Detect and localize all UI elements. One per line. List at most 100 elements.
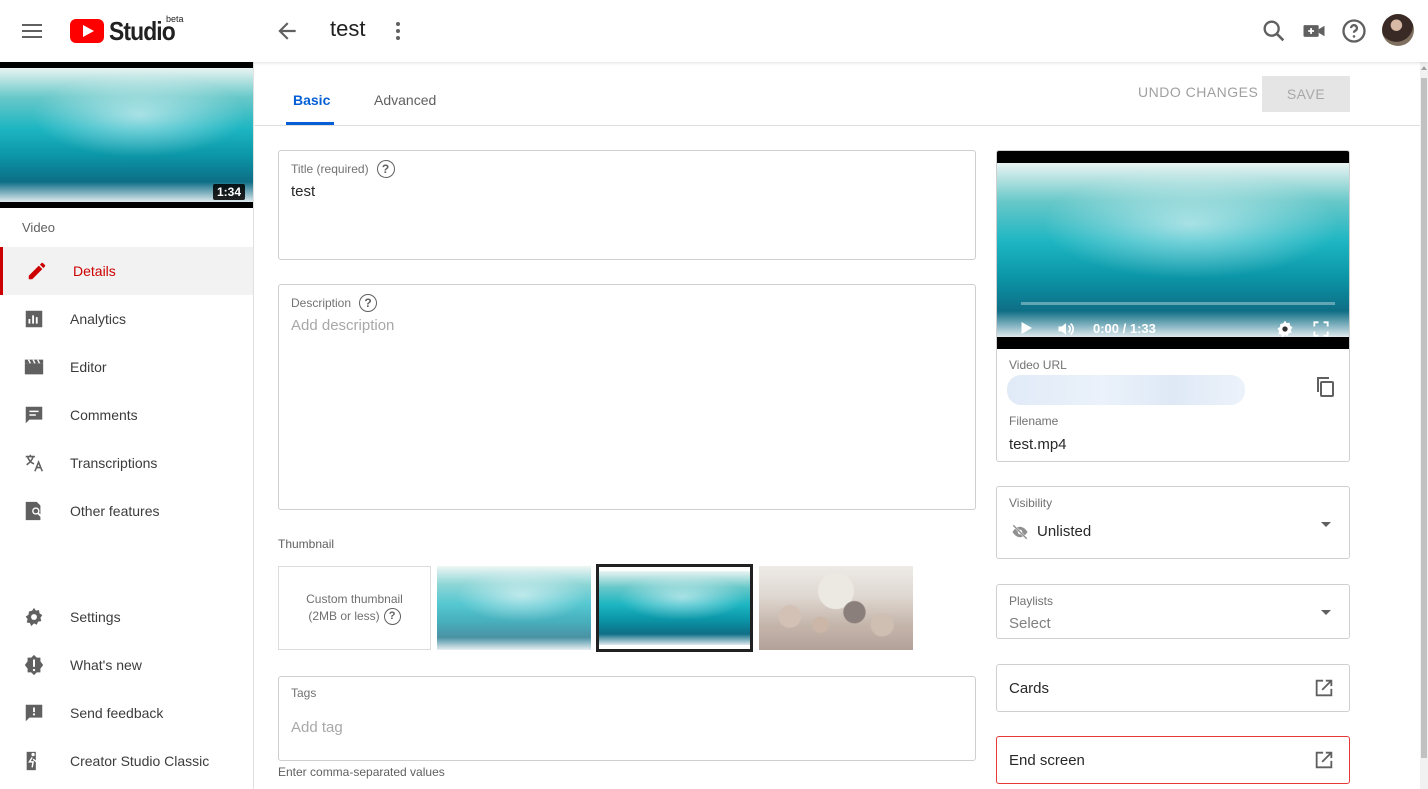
video-url-label: Video URL — [1009, 358, 1067, 372]
scrollbar[interactable] — [1420, 62, 1428, 789]
exit-icon — [22, 749, 46, 773]
wave-image — [997, 163, 1349, 337]
create-video-icon[interactable] — [1300, 17, 1328, 45]
play-icon[interactable] — [1017, 319, 1035, 342]
wave-image — [599, 571, 750, 645]
help-icon[interactable]: ? — [376, 160, 395, 178]
scroll-up-icon[interactable] — [1421, 66, 1427, 70]
comment-icon — [22, 403, 46, 427]
clapperboard-icon — [22, 355, 46, 379]
more-vert-icon[interactable] — [386, 18, 410, 44]
settings-icon[interactable] — [1275, 319, 1295, 344]
thumbnail-option-3[interactable] — [759, 566, 913, 650]
sidebar-item-label: Details — [73, 263, 116, 279]
copy-icon[interactable] — [1313, 374, 1337, 400]
sidebar-item-transcriptions[interactable]: Transcriptions — [0, 439, 253, 487]
visibility-value: Unlisted — [1037, 523, 1092, 540]
back-arrow-icon[interactable] — [274, 18, 300, 44]
scrollbar-thumb[interactable] — [1421, 78, 1427, 758]
bar-chart-icon — [22, 307, 46, 331]
playlists-value: Select — [1009, 615, 1051, 632]
thumbnail-option-2[interactable] — [596, 564, 753, 652]
filename-label: Filename — [1009, 414, 1059, 428]
help-icon[interactable]: ? — [383, 608, 401, 625]
sidebar-item-other-features[interactable]: Other features — [0, 487, 253, 535]
cards-button[interactable]: Cards — [996, 664, 1350, 712]
sidebar-item-label: Settings — [70, 609, 121, 625]
title-label-text: Title (required) — [291, 162, 369, 176]
dropdown-arrow-icon — [1321, 522, 1331, 527]
help-icon[interactable]: ? — [359, 294, 378, 312]
title-label: Title (required) ? — [291, 160, 395, 178]
tab-advanced[interactable]: Advanced — [374, 92, 436, 108]
playlists-label: Playlists — [1009, 594, 1054, 608]
cards-label: Cards — [1009, 680, 1050, 697]
progress-bar[interactable] — [1021, 302, 1335, 305]
other-features-icon — [22, 499, 46, 523]
visibility-label: Visibility — [1009, 496, 1053, 510]
gear-icon — [22, 605, 46, 629]
sidebar-item-editor[interactable]: Editor — [0, 343, 253, 391]
sidebar-item-comments[interactable]: Comments — [0, 391, 253, 439]
pencil-icon — [25, 259, 49, 283]
title-input[interactable]: test — [291, 183, 315, 200]
avatar[interactable] — [1382, 14, 1414, 46]
top-app-bar: Studio beta test — [0, 0, 1428, 62]
sidebar-item-details[interactable]: Details — [0, 247, 253, 295]
sidebar: 1:34 Video Details Analytics Editor Comm… — [0, 62, 254, 789]
active-tab-indicator — [286, 122, 334, 125]
sidebar-item-analytics[interactable]: Analytics — [0, 295, 253, 343]
section-label: Video — [22, 220, 56, 235]
filename-value: test.mp4 — [1009, 436, 1067, 453]
page-title: test — [330, 16, 366, 41]
sidebar-item-label: Other features — [70, 503, 160, 519]
end-screen-button[interactable]: End screen — [996, 736, 1350, 784]
sidebar-item-label: Comments — [70, 407, 138, 423]
sidebar-item-label: What's new — [70, 657, 142, 673]
end-screen-label: End screen — [1009, 752, 1085, 769]
thumbnail-label: Thumbnail — [278, 537, 335, 551]
help-icon[interactable] — [1340, 17, 1368, 45]
tags-label: Tags — [291, 686, 317, 700]
custom-thumbnail-button[interactable]: Custom thumbnail (2MB or less) ? — [278, 566, 431, 650]
video-thumbnail[interactable]: 1:34 — [0, 62, 253, 208]
video-preview-card: 0:00 / 1:33 Video URL Filename test.mp4 — [996, 150, 1350, 462]
search-icon[interactable] — [1260, 17, 1288, 45]
description-input[interactable]: Add description — [291, 317, 394, 334]
sidebar-item-whats-new[interactable]: What's new — [0, 641, 253, 689]
youtube-play-icon — [70, 19, 104, 43]
volume-icon[interactable] — [1055, 319, 1077, 344]
feedback-icon — [22, 701, 46, 725]
sidebar-item-creator-studio-classic[interactable]: Creator Studio Classic — [0, 737, 253, 785]
visibility-select[interactable]: Visibility Unlisted — [996, 486, 1350, 559]
beta-badge: beta — [166, 14, 184, 24]
sidebar-item-label: Editor — [70, 359, 107, 375]
tags-input[interactable]: Add tag — [291, 719, 343, 736]
menu-icon[interactable] — [22, 20, 44, 40]
video-url-link[interactable] — [1007, 375, 1245, 405]
video-player[interactable]: 0:00 / 1:33 — [997, 151, 1349, 349]
sidebar-item-send-feedback[interactable]: Send feedback — [0, 689, 253, 737]
sidebar-item-label: Transcriptions — [70, 455, 158, 471]
fullscreen-icon[interactable] — [1311, 319, 1331, 344]
studio-logo[interactable]: Studio beta — [70, 14, 184, 46]
sidebar-item-settings[interactable]: Settings — [0, 593, 253, 641]
playback-time: 0:00 / 1:33 — [1093, 321, 1156, 336]
translate-icon — [22, 451, 46, 475]
eye-off-icon — [1009, 523, 1031, 546]
description-label-text: Description — [291, 296, 352, 310]
playlists-select[interactable]: Playlists Select — [996, 584, 1350, 639]
description-field[interactable]: Description ? Add description — [278, 284, 976, 510]
undo-changes-button[interactable]: UNDO CHANGES — [1138, 84, 1258, 100]
save-button[interactable]: SAVE — [1262, 76, 1350, 112]
tab-basic[interactable]: Basic — [293, 92, 330, 108]
tags-hint: Enter comma-separated values — [278, 765, 445, 779]
tags-field[interactable]: Tags Add tag — [278, 676, 976, 761]
title-field[interactable]: Title (required) ? test — [278, 150, 976, 260]
sidebar-item-label: Creator Studio Classic — [70, 753, 210, 769]
alert-badge-icon — [22, 653, 46, 677]
wave-image — [0, 68, 253, 202]
custom-thumbnail-text: Custom thumbnail — [306, 592, 403, 606]
thumbnail-option-1[interactable] — [437, 566, 591, 650]
open-external-icon — [1313, 677, 1335, 699]
